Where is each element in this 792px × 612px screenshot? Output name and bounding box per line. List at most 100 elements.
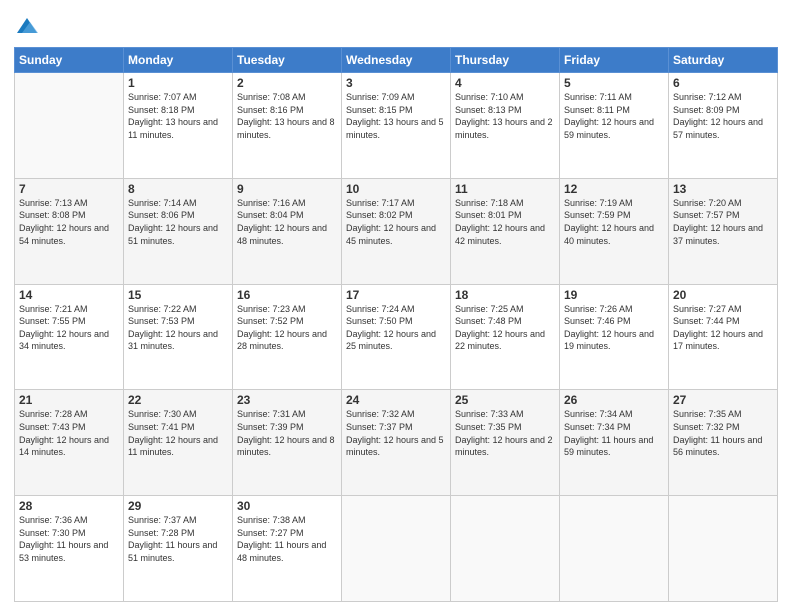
day-number: 2 [237,76,337,90]
day-number: 24 [346,393,446,407]
day-number: 21 [19,393,119,407]
calendar: SundayMondayTuesdayWednesdayThursdayFrid… [14,47,778,602]
day-number: 10 [346,182,446,196]
calendar-header-row: SundayMondayTuesdayWednesdayThursdayFrid… [15,48,778,73]
calendar-week-5: 28Sunrise: 7:36 AMSunset: 7:30 PMDayligh… [15,496,778,602]
day-number: 23 [237,393,337,407]
day-number: 17 [346,288,446,302]
day-info: Sunrise: 7:20 AMSunset: 7:57 PMDaylight:… [673,197,773,247]
day-number: 3 [346,76,446,90]
day-number: 22 [128,393,228,407]
calendar-header-friday: Friday [560,48,669,73]
day-number: 20 [673,288,773,302]
calendar-day: 14Sunrise: 7:21 AMSunset: 7:55 PMDayligh… [15,284,124,390]
day-info: Sunrise: 7:36 AMSunset: 7:30 PMDaylight:… [19,514,119,564]
day-number: 13 [673,182,773,196]
calendar-day: 26Sunrise: 7:34 AMSunset: 7:34 PMDayligh… [560,390,669,496]
calendar-day: 25Sunrise: 7:33 AMSunset: 7:35 PMDayligh… [451,390,560,496]
day-number: 29 [128,499,228,513]
day-info: Sunrise: 7:11 AMSunset: 8:11 PMDaylight:… [564,91,664,141]
day-info: Sunrise: 7:21 AMSunset: 7:55 PMDaylight:… [19,303,119,353]
logo-icon [16,14,38,36]
day-info: Sunrise: 7:26 AMSunset: 7:46 PMDaylight:… [564,303,664,353]
day-info: Sunrise: 7:34 AMSunset: 7:34 PMDaylight:… [564,408,664,458]
calendar-day: 7Sunrise: 7:13 AMSunset: 8:08 PMDaylight… [15,178,124,284]
calendar-day: 23Sunrise: 7:31 AMSunset: 7:39 PMDayligh… [233,390,342,496]
calendar-day: 1Sunrise: 7:07 AMSunset: 8:18 PMDaylight… [124,73,233,179]
calendar-day: 21Sunrise: 7:28 AMSunset: 7:43 PMDayligh… [15,390,124,496]
day-info: Sunrise: 7:22 AMSunset: 7:53 PMDaylight:… [128,303,228,353]
calendar-day: 5Sunrise: 7:11 AMSunset: 8:11 PMDaylight… [560,73,669,179]
day-info: Sunrise: 7:23 AMSunset: 7:52 PMDaylight:… [237,303,337,353]
day-number: 27 [673,393,773,407]
day-number: 5 [564,76,664,90]
calendar-day: 15Sunrise: 7:22 AMSunset: 7:53 PMDayligh… [124,284,233,390]
day-number: 9 [237,182,337,196]
calendar-day: 9Sunrise: 7:16 AMSunset: 8:04 PMDaylight… [233,178,342,284]
day-number: 7 [19,182,119,196]
calendar-day: 12Sunrise: 7:19 AMSunset: 7:59 PMDayligh… [560,178,669,284]
calendar-day: 11Sunrise: 7:18 AMSunset: 8:01 PMDayligh… [451,178,560,284]
header [14,10,778,41]
calendar-day: 4Sunrise: 7:10 AMSunset: 8:13 PMDaylight… [451,73,560,179]
calendar-day [15,73,124,179]
day-number: 1 [128,76,228,90]
day-number: 12 [564,182,664,196]
calendar-header-thursday: Thursday [451,48,560,73]
calendar-week-3: 14Sunrise: 7:21 AMSunset: 7:55 PMDayligh… [15,284,778,390]
day-info: Sunrise: 7:25 AMSunset: 7:48 PMDaylight:… [455,303,555,353]
calendar-day: 16Sunrise: 7:23 AMSunset: 7:52 PMDayligh… [233,284,342,390]
day-info: Sunrise: 7:10 AMSunset: 8:13 PMDaylight:… [455,91,555,141]
day-info: Sunrise: 7:24 AMSunset: 7:50 PMDaylight:… [346,303,446,353]
day-info: Sunrise: 7:17 AMSunset: 8:02 PMDaylight:… [346,197,446,247]
calendar-day [342,496,451,602]
day-number: 26 [564,393,664,407]
day-info: Sunrise: 7:28 AMSunset: 7:43 PMDaylight:… [19,408,119,458]
calendar-day: 24Sunrise: 7:32 AMSunset: 7:37 PMDayligh… [342,390,451,496]
day-info: Sunrise: 7:12 AMSunset: 8:09 PMDaylight:… [673,91,773,141]
calendar-day [451,496,560,602]
day-number: 4 [455,76,555,90]
day-info: Sunrise: 7:31 AMSunset: 7:39 PMDaylight:… [237,408,337,458]
calendar-day: 10Sunrise: 7:17 AMSunset: 8:02 PMDayligh… [342,178,451,284]
day-number: 8 [128,182,228,196]
calendar-day: 8Sunrise: 7:14 AMSunset: 8:06 PMDaylight… [124,178,233,284]
calendar-header-monday: Monday [124,48,233,73]
calendar-day: 19Sunrise: 7:26 AMSunset: 7:46 PMDayligh… [560,284,669,390]
calendar-week-2: 7Sunrise: 7:13 AMSunset: 8:08 PMDaylight… [15,178,778,284]
day-info: Sunrise: 7:37 AMSunset: 7:28 PMDaylight:… [128,514,228,564]
day-info: Sunrise: 7:33 AMSunset: 7:35 PMDaylight:… [455,408,555,458]
calendar-header-sunday: Sunday [15,48,124,73]
calendar-day [560,496,669,602]
day-number: 19 [564,288,664,302]
calendar-day [669,496,778,602]
day-info: Sunrise: 7:30 AMSunset: 7:41 PMDaylight:… [128,408,228,458]
calendar-day: 17Sunrise: 7:24 AMSunset: 7:50 PMDayligh… [342,284,451,390]
day-number: 16 [237,288,337,302]
day-info: Sunrise: 7:07 AMSunset: 8:18 PMDaylight:… [128,91,228,141]
day-info: Sunrise: 7:14 AMSunset: 8:06 PMDaylight:… [128,197,228,247]
logo [14,14,38,41]
day-info: Sunrise: 7:13 AMSunset: 8:08 PMDaylight:… [19,197,119,247]
calendar-week-1: 1Sunrise: 7:07 AMSunset: 8:18 PMDaylight… [15,73,778,179]
day-info: Sunrise: 7:32 AMSunset: 7:37 PMDaylight:… [346,408,446,458]
calendar-day: 13Sunrise: 7:20 AMSunset: 7:57 PMDayligh… [669,178,778,284]
day-info: Sunrise: 7:09 AMSunset: 8:15 PMDaylight:… [346,91,446,141]
calendar-day: 2Sunrise: 7:08 AMSunset: 8:16 PMDaylight… [233,73,342,179]
calendar-day: 18Sunrise: 7:25 AMSunset: 7:48 PMDayligh… [451,284,560,390]
day-info: Sunrise: 7:35 AMSunset: 7:32 PMDaylight:… [673,408,773,458]
day-number: 28 [19,499,119,513]
calendar-day: 29Sunrise: 7:37 AMSunset: 7:28 PMDayligh… [124,496,233,602]
day-info: Sunrise: 7:27 AMSunset: 7:44 PMDaylight:… [673,303,773,353]
page: SundayMondayTuesdayWednesdayThursdayFrid… [0,0,792,612]
day-number: 15 [128,288,228,302]
day-info: Sunrise: 7:38 AMSunset: 7:27 PMDaylight:… [237,514,337,564]
calendar-day: 30Sunrise: 7:38 AMSunset: 7:27 PMDayligh… [233,496,342,602]
calendar-day: 20Sunrise: 7:27 AMSunset: 7:44 PMDayligh… [669,284,778,390]
day-info: Sunrise: 7:18 AMSunset: 8:01 PMDaylight:… [455,197,555,247]
calendar-day: 28Sunrise: 7:36 AMSunset: 7:30 PMDayligh… [15,496,124,602]
calendar-day: 27Sunrise: 7:35 AMSunset: 7:32 PMDayligh… [669,390,778,496]
day-number: 11 [455,182,555,196]
day-number: 6 [673,76,773,90]
calendar-day: 22Sunrise: 7:30 AMSunset: 7:41 PMDayligh… [124,390,233,496]
